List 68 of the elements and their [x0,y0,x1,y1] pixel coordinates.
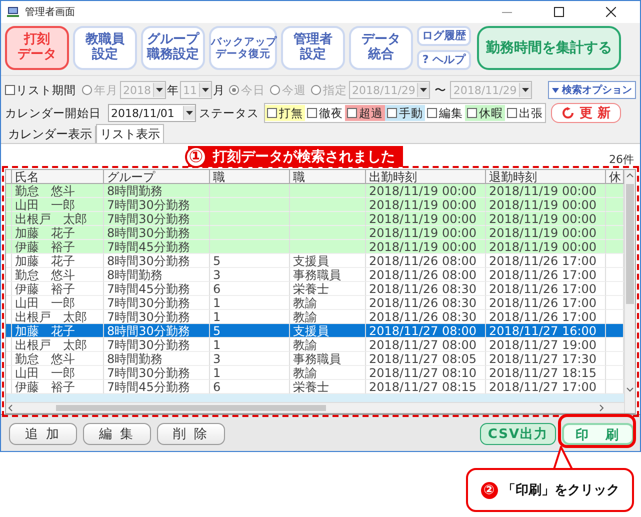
table-row[interactable]: 勤怠 悠斗 8時間勤務 2018/11/19 00:00 2018/11/19 00:00 [6,184,624,198]
toolbar-button[interactable]: ログ履歴 [417,26,471,46]
refresh-icon [562,107,574,119]
app-icon [7,6,19,18]
table-row[interactable]: 山田 一郎 7時間30分勤務 2018/11/19 00:00 2018/11/19 00:00 [6,198,624,212]
table-row[interactable]: 出根戸 太郎 7時間30分勤務 1 教諭 2018/11/26 08:30 2018/11/26 17:00 [6,310,624,324]
table-row[interactable]: 伊藤 裕子 7時間45分勤務 2018/11/19 00:00 2018/11/19 00:00 [6,240,624,254]
checkbox-label: 徹夜 [319,106,343,120]
record-count: 26件 [609,153,634,166]
caret-icon [552,88,559,92]
table-row[interactable]: 出根戸 太郎 7時間30分勤務 2018/11/19 00:00 2018/11/19 00:00 [6,212,624,226]
action-button[interactable]: 追 加 [9,423,77,445]
table-row[interactable]: 伊藤 裕子 7時間45分勤務 6 栄養士 2018/11/26 08:30 2018/11/26 17:00 [6,282,624,296]
dropdown-arrow-icon [202,88,209,92]
radio-label: 今日 [241,82,265,98]
checkbox-label: 超過 [359,106,383,120]
table-row[interactable]: 加藤 花子 8時間30分勤務 2018/11/19 00:00 2018/11/19 00:00 [6,226,624,240]
table-row[interactable]: 加藤 花子 8時間30分勤務 5 支援員 2018/11/27 08:00 2018/11/27 16:00 [6,324,624,338]
table-row[interactable]: 伊藤 裕子 7時間45分勤務 6 栄養士 2018/11/27 08:15 2018/11/27 17:00 [6,380,624,394]
table-row[interactable]: 勤怠 悠斗 8時間勤務 3 事務職員 2018/11/27 08:05 2018/11/27 17:30 [6,352,624,366]
field-label: ステータス [199,106,259,120]
toolbar-button[interactable]: 管理者 設定 [281,26,345,70]
radio-label: 指定 [323,82,347,98]
radio-label: 今週 [282,82,306,98]
field-label: カレンダー開始日 [5,106,101,120]
dropdown-arrow-icon [420,88,428,92]
checkbox-label: 出張 [519,106,543,120]
callout-label: ① 打刻データが検索されました [188,146,403,167]
table-row[interactable]: 山田 一郎 7時間30分勤務 1 教諭 2018/11/27 08:10 2018/11/27 18:15 [6,366,624,380]
refresh-button[interactable]: 更 新 [551,103,621,123]
dropdown-arrow-icon [156,88,163,92]
search-options-button[interactable]: 検索オプション [548,81,636,99]
checkbox[interactable] [387,108,397,118]
toolbar-button[interactable]: データ 統合 [349,26,413,70]
checkbox-label: リスト期間 [16,82,76,98]
horizontal-scrollbar[interactable] [6,404,606,412]
dropdown-arrow-icon [522,88,529,92]
checkbox-label: 打無 [279,106,303,120]
table-row[interactable]: 加藤 花子 8時間30分勤務 5 支援員 2018/11/26 08:00 2018/11/26 17:00 [6,254,624,268]
toolbar-button[interactable]: グループ 職務設定 [141,26,205,70]
callout-label: ② 「印刷」をクリック [466,468,634,512]
table-row[interactable]: 山田 一郎 7時間30分勤務 1 教諭 2018/11/26 08:30 2018/11/26 17:00 [6,296,624,310]
checkbox[interactable] [347,108,357,118]
toolbar-button[interactable]: 教職員 設定 [73,26,137,70]
checkbox[interactable] [507,108,517,118]
unit-label: 月 [213,82,225,98]
tab[interactable]: リスト表示 [96,124,164,143]
toolbar-button[interactable]: ? ヘルプ [417,50,471,70]
table-row[interactable]: 出根戸 太郎 7時間30分勤務 1 教諭 2018/11/27 08:00 2018/11/27 19:00 [6,338,624,352]
range-separator: 〜 [434,82,446,98]
checkbox[interactable] [467,108,477,118]
unit-label: 年 [167,82,179,98]
toolbar-button[interactable]: バックアップ データ復元 [209,26,277,70]
checkbox[interactable] [307,108,317,118]
window-title: 管理者画面 [25,6,75,19]
date-select[interactable]: 2018/11/01 [108,104,196,122]
table-row[interactable]: 勤怠 悠斗 8時間勤務 3 事務職員 2018/11/26 08:00 2018/11/26 17:00 [6,268,624,282]
checkbox-label: 手動 [399,106,423,120]
checkbox[interactable] [427,108,437,118]
checkbox-label: 編集 [439,106,463,120]
checkbox-label: 休暇 [479,106,503,120]
action-button[interactable]: 削 除 [157,423,225,445]
close-icon[interactable] [606,7,616,17]
action-button[interactable]: 編 集 [83,423,151,445]
checkbox[interactable] [267,108,277,118]
maximize-icon[interactable] [554,7,564,17]
radio-label: 年月 [94,82,118,98]
dropdown-arrow-icon [186,111,193,115]
